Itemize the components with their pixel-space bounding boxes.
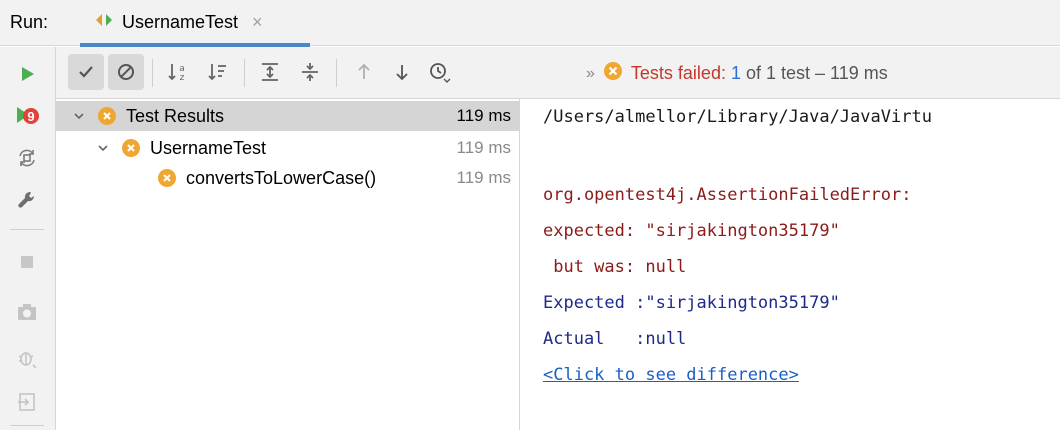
toolbar-divider [10,425,44,426]
test-results-tree: Test Results 119 ms UsernameTest 119 ms … [56,99,520,430]
export-icon[interactable] [8,383,46,421]
run-label: Run: [10,12,49,32]
tree-row-duration: 119 ms [456,138,512,157]
rerun-failed-icon[interactable]: 9 [8,97,46,135]
console-line-but-was: but was: null [543,257,687,277]
fail-icon [122,139,140,157]
fail-icon [158,169,176,187]
tree-row-converts-to-lower-case[interactable]: convertsToLowerCase() 119 ms [56,163,519,193]
collapse-all-icon[interactable] [292,54,328,90]
see-difference-link[interactable]: <Click to see difference> [543,365,799,385]
fail-status-icon [603,61,623,86]
test-status-summary: » Tests failed: 1 of 1 test – 119 ms [586,61,888,86]
next-failed-icon[interactable] [384,54,420,90]
tree-row-label: convertsToLowerCase() [186,167,377,188]
tree-row-username-test[interactable]: UsernameTest 119 ms [56,133,519,163]
fail-icon [98,107,116,125]
run-tool-window-header: Run: UsernameTest × [0,0,1060,47]
run-icon[interactable] [8,55,46,93]
test-history-icon[interactable] [422,54,458,90]
expand-all-icon[interactable] [252,54,288,90]
close-icon[interactable]: × [252,12,263,33]
svg-text:9: 9 [27,109,34,124]
console-line-error: org.opentest4j.AssertionFailedError: [543,185,912,205]
tree-row-label: Test Results [126,105,225,126]
console-line-actual-value: Actual :null [543,329,687,349]
test-toolbar: a z » Tests failed: 1 of 1 test – 119 ms [56,47,1060,99]
toolbar-divider [10,229,44,230]
tab-username-test[interactable]: UsernameTest × [80,0,310,47]
overflow-chevron-icon[interactable]: » [586,65,595,83]
sort-alphabetically-icon[interactable]: a z [160,54,196,90]
tree-row-test-results[interactable]: Test Results 119 ms [56,101,519,131]
status-suffix: of 1 test – 119 ms [746,63,888,83]
svg-text:z: z [180,73,185,83]
toolbar-divider [336,59,337,87]
toggle-auto-test-icon[interactable] [8,139,46,177]
toolbar-divider [152,59,153,87]
console-line-expected: expected: "sirjakington35179" [543,221,840,241]
show-passed-icon[interactable] [68,54,104,90]
debug-icon[interactable] [8,339,46,377]
settings-wrench-icon[interactable] [8,181,46,219]
left-toolbar: 9 [0,47,56,430]
tree-row-label: UsernameTest [150,137,267,158]
chevron-down-icon[interactable] [96,141,110,155]
toolbar-divider [244,59,245,87]
stop-icon[interactable] [8,243,46,281]
failed-count: 1 [730,63,741,83]
status-prefix: Tests failed: [630,63,726,83]
previous-failed-icon[interactable] [346,54,382,90]
test-config-icon [94,12,114,33]
console-output[interactable]: /Users/almellor/Library/Java/JavaVirtu o… [521,99,1060,430]
sort-by-duration-icon[interactable] [200,54,236,90]
show-ignored-icon[interactable] [108,54,144,90]
tab-label: UsernameTest [122,12,239,32]
console-line-expected-value: Expected :"sirjakington35179" [543,293,840,313]
console-line-path: /Users/almellor/Library/Java/JavaVirtu [543,107,932,127]
chevron-down-icon[interactable] [72,109,86,123]
tree-row-duration: 119 ms [456,168,512,187]
tree-row-duration: 119 ms [456,106,512,125]
screenshot-camera-icon[interactable] [8,293,46,331]
